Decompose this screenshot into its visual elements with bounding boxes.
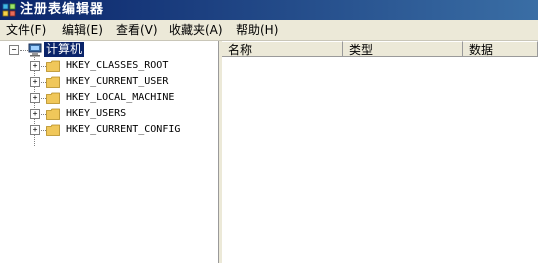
expand-toggle[interactable]: + (30, 93, 40, 103)
folder-icon (46, 60, 60, 72)
tree-node-computer[interactable]: − 计算机 (0, 42, 218, 58)
tree-node-hkey-local-machine[interactable]: + HKEY_LOCAL_MACHINE (0, 90, 218, 106)
tree-label-hkey-current-config[interactable]: HKEY_CURRENT_CONFIG (66, 122, 180, 138)
column-header-data[interactable]: 数据 (463, 41, 538, 57)
menu-view[interactable]: 查看(V) (116, 22, 158, 38)
tree-label-hkey-current-user[interactable]: HKEY_CURRENT_USER (66, 74, 168, 90)
column-header-name[interactable]: 名称 (222, 41, 343, 57)
menu-edit[interactable]: 编辑(E) (62, 22, 103, 38)
menu-favorites[interactable]: 收藏夹(A) (169, 22, 223, 38)
menu-help[interactable]: 帮助(H) (236, 22, 278, 38)
window-title: 注册表编辑器 (20, 2, 105, 17)
folder-icon (46, 108, 60, 120)
menu-bar: 文件(F) 编辑(E) 查看(V) 收藏夹(A) 帮助(H) (0, 20, 538, 41)
computer-icon (28, 43, 42, 57)
folder-icon (46, 124, 60, 136)
collapse-toggle[interactable]: − (9, 45, 19, 55)
menu-file[interactable]: 文件(F) (6, 22, 46, 38)
expand-toggle[interactable]: + (30, 125, 40, 135)
title-bar: 注册表编辑器 (0, 0, 538, 20)
registry-tree[interactable]: − 计算机 + HKEY_CLASSES_ROOT + HKEY_CURRENT… (0, 41, 219, 263)
folder-icon (46, 76, 60, 88)
expand-toggle[interactable]: + (30, 61, 40, 71)
tree-node-hkey-current-user[interactable]: + HKEY_CURRENT_USER (0, 74, 218, 90)
tree-label-hkey-local-machine[interactable]: HKEY_LOCAL_MACHINE (66, 90, 174, 106)
values-list[interactable]: 名称 类型 数据 (222, 41, 538, 263)
column-header-type[interactable]: 类型 (343, 41, 463, 57)
expand-toggle[interactable]: + (30, 109, 40, 119)
tree-node-hkey-current-config[interactable]: + HKEY_CURRENT_CONFIG (0, 122, 218, 138)
tree-label-hkey-users[interactable]: HKEY_USERS (66, 106, 126, 122)
tree-node-hkey-classes-root[interactable]: + HKEY_CLASSES_ROOT (0, 58, 218, 74)
expand-toggle[interactable]: + (30, 77, 40, 87)
tree-label-hkey-classes-root[interactable]: HKEY_CLASSES_ROOT (66, 58, 168, 74)
folder-icon (46, 92, 60, 104)
regedit-icon (2, 3, 16, 17)
tree-node-hkey-users[interactable]: + HKEY_USERS (0, 106, 218, 122)
tree-label-computer[interactable]: 计算机 (44, 42, 85, 57)
